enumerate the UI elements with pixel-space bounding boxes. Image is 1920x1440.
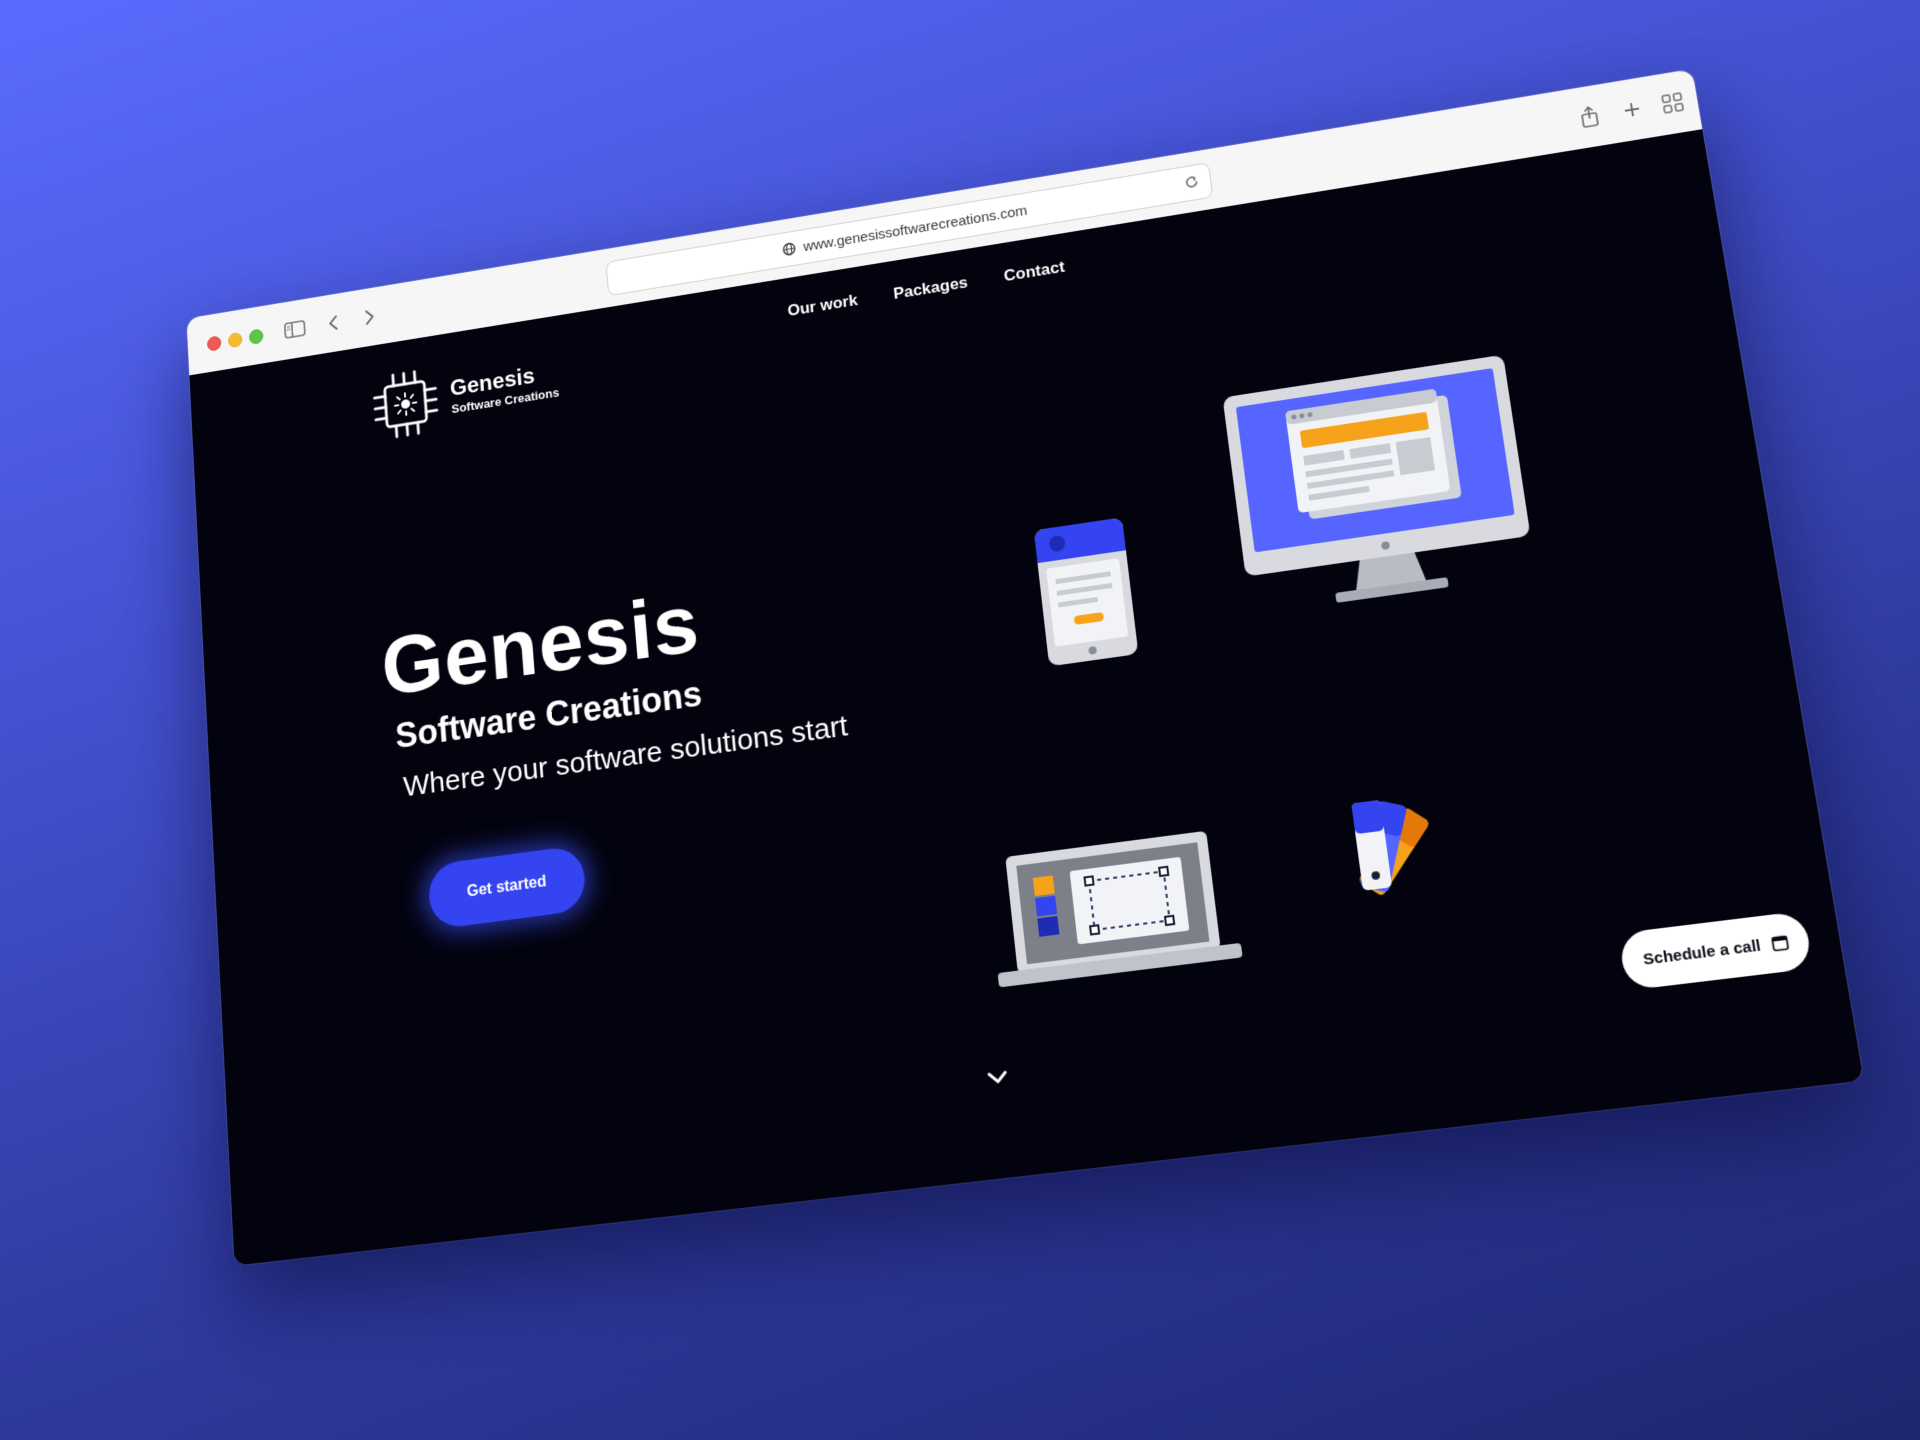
get-started-button[interactable]: Get started bbox=[427, 844, 588, 930]
reload-icon[interactable] bbox=[1182, 172, 1202, 195]
sidebar-icon[interactable] bbox=[282, 315, 308, 344]
laptop-illustration bbox=[997, 830, 1243, 988]
nav-contact[interactable]: Contact bbox=[1003, 258, 1066, 286]
color-swatch-illustration bbox=[1351, 799, 1431, 897]
minimize-window-button[interactable] bbox=[227, 331, 243, 349]
forward-icon[interactable] bbox=[356, 303, 383, 332]
back-icon[interactable] bbox=[321, 308, 347, 337]
nav-packages[interactable]: Packages bbox=[892, 273, 968, 303]
desktop-monitor-illustration bbox=[1222, 354, 1531, 603]
share-icon[interactable] bbox=[1573, 101, 1606, 132]
close-window-button[interactable] bbox=[206, 335, 222, 352]
chip-icon bbox=[367, 362, 444, 446]
tabs-overview-icon[interactable] bbox=[1656, 87, 1689, 118]
browser-window: www.genesissoftwarecreations.com Genesis… bbox=[186, 68, 1864, 1266]
calendar-icon bbox=[1770, 933, 1790, 952]
stage: www.genesissoftwarecreations.com Genesis… bbox=[0, 0, 1920, 1440]
nav-our-work[interactable]: Our work bbox=[787, 291, 859, 321]
site-logo[interactable]: Genesis Software Creations bbox=[367, 343, 561, 446]
new-tab-icon[interactable] bbox=[1616, 94, 1649, 125]
phone-illustration bbox=[1033, 517, 1139, 667]
maximize-window-button[interactable] bbox=[248, 328, 264, 345]
globe-icon bbox=[782, 242, 796, 257]
schedule-call-button[interactable]: Schedule a call bbox=[1617, 910, 1814, 991]
schedule-call-label: Schedule a call bbox=[1641, 936, 1762, 969]
scroll-down-icon[interactable] bbox=[982, 1065, 1013, 1093]
